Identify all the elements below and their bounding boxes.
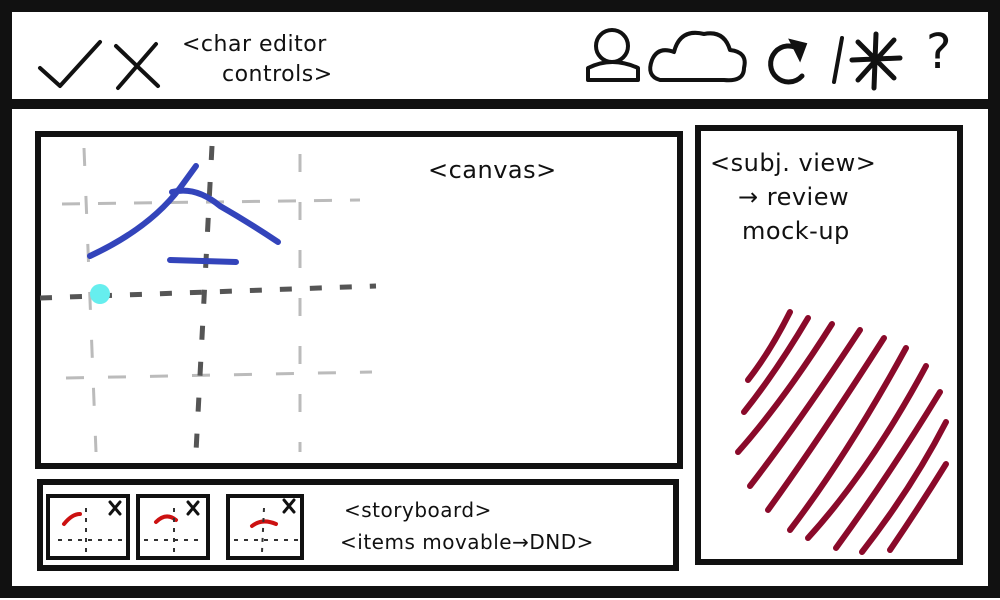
editor-controls-label-line2: controls> (222, 62, 333, 87)
subject-view-label-line2: → review (738, 183, 850, 211)
storyboard-item[interactable] (46, 494, 130, 560)
editor-controls-label: <char editor controls> (182, 30, 333, 90)
storyboard-label-line1: <storyboard> (344, 498, 492, 522)
subject-view-label: <subj. view> → review mock-up (710, 146, 876, 248)
help-icon[interactable]: ? (926, 24, 952, 80)
storyboard-item[interactable] (136, 494, 210, 560)
review-mockup-preview[interactable] (735, 309, 949, 555)
close-icon[interactable] (282, 498, 296, 514)
settings-icon[interactable] (849, 31, 903, 91)
storyboard-label: <storyboard> <items movable→DND> (340, 494, 594, 558)
toolbar-separator (832, 36, 844, 84)
check-icon[interactable] (38, 40, 102, 88)
canvas-label: <canvas> (428, 156, 557, 184)
app-window: <char editor controls> ? <canvas> <subj.… (0, 0, 1000, 600)
canvas-border (35, 131, 683, 469)
refresh-icon[interactable] (768, 38, 808, 85)
close-icon[interactable] (108, 500, 122, 516)
subject-view-label-line3: mock-up (742, 217, 850, 245)
help-glyph: ? (926, 24, 952, 80)
subject-view-label-line1: <subj. view> (710, 149, 877, 177)
close-icon[interactable] (114, 42, 160, 90)
canvas-grid (39, 145, 377, 453)
cursor-handle[interactable] (90, 284, 110, 304)
close-icon[interactable] (186, 500, 200, 516)
editor-controls-label-line1: <char editor (182, 32, 327, 57)
cloud-icon[interactable] (648, 30, 747, 83)
character-sketch[interactable] (87, 163, 281, 265)
user-icon[interactable] (586, 28, 640, 82)
storyboard-item[interactable] (226, 494, 304, 560)
storyboard-label-line2: <items movable→DND> (340, 530, 594, 554)
